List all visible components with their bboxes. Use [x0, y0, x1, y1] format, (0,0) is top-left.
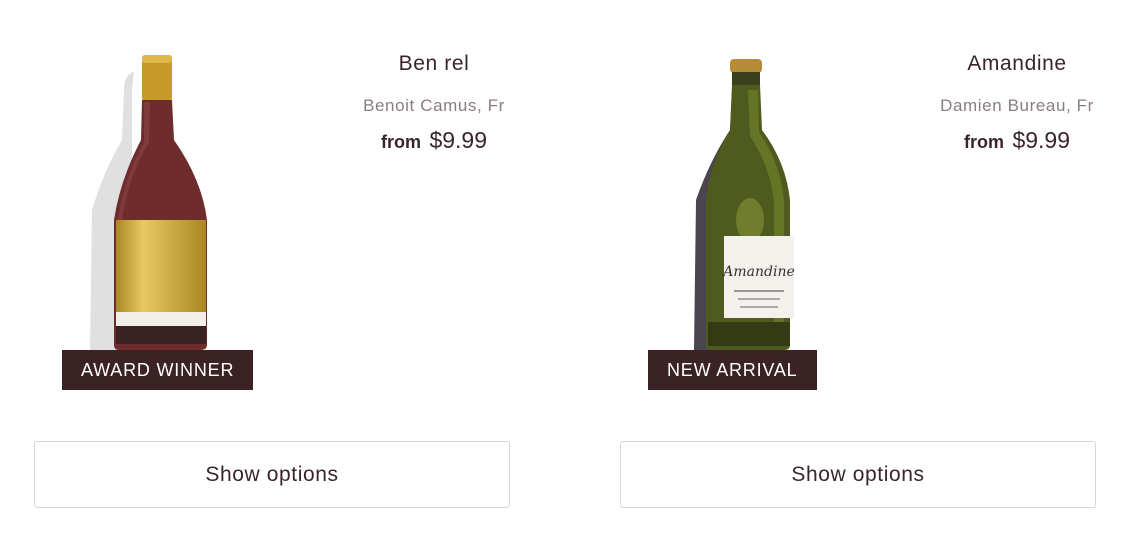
green-wine-bottle-image: Amandine: [694, 59, 795, 350]
product-price: $9.99: [1012, 127, 1070, 153]
product-card[interactable]: Amandine NEW ARRIVAL Amandine Damien Bur…: [620, 0, 1100, 540]
price-prefix: from: [380, 132, 421, 152]
product-producer: Benoit Camus, Fr: [363, 96, 505, 115]
product-title[interactable]: Ben rel: [344, 48, 524, 80]
red-wine-bottle-image: [90, 55, 207, 350]
product-card[interactable]: AWARD WINNER Ben rel Benoit Camus, Fr fr…: [34, 0, 514, 540]
product-image[interactable]: Amandine NEW ARRIVAL: [648, 50, 848, 395]
award-winner-badge: AWARD WINNER: [62, 350, 254, 390]
new-arrival-badge: NEW ARRIVAL: [648, 350, 817, 390]
show-options-button[interactable]: Show options: [34, 441, 510, 508]
bottle-label-text: Amandine: [721, 264, 795, 280]
price-prefix: from: [963, 132, 1004, 152]
product-price: $9.99: [429, 127, 487, 153]
product-info: Ben rel Benoit Camus, Fr from $9.99: [344, 48, 524, 162]
product-producer: Damien Bureau, Fr: [940, 96, 1094, 115]
product-image[interactable]: AWARD WINNER: [62, 50, 262, 395]
price-line: from $9.99: [932, 122, 1102, 162]
product-info: Amandine Damien Bureau, Fr from $9.99: [932, 48, 1102, 162]
show-options-button[interactable]: Show options: [620, 441, 1096, 508]
product-title[interactable]: Amandine: [932, 48, 1102, 80]
price-line: from $9.99: [344, 122, 524, 162]
